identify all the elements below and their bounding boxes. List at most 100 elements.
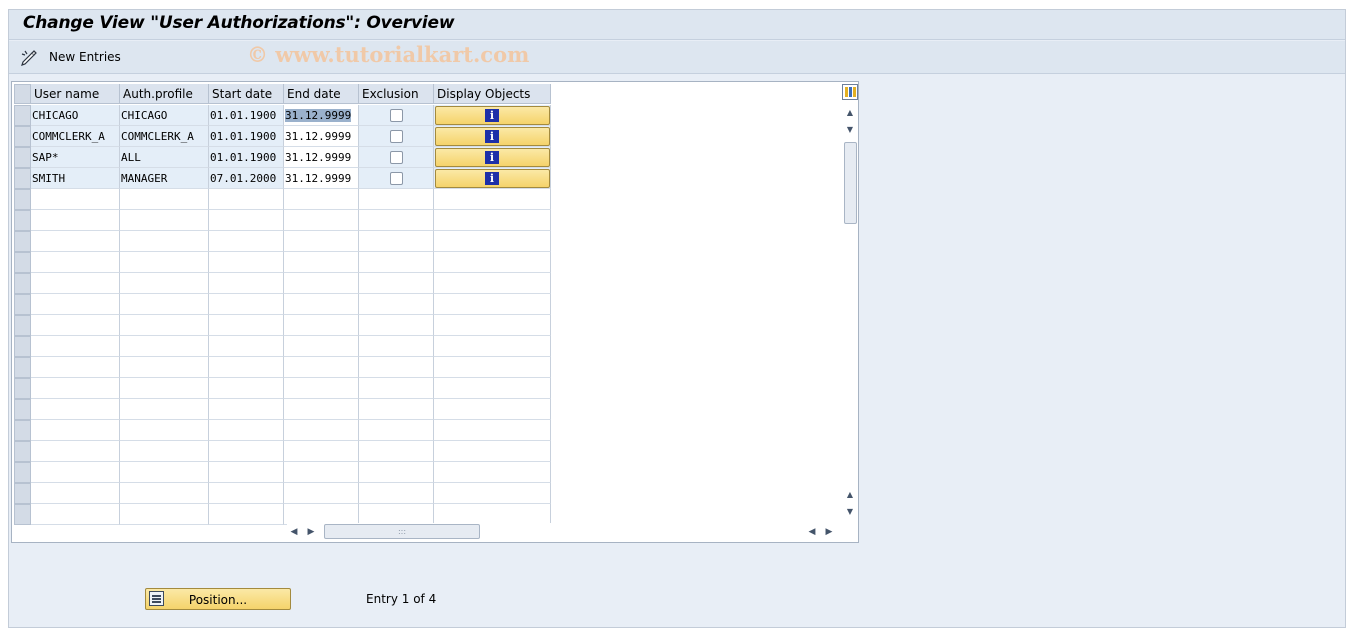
empty-cell[interactable] (359, 315, 434, 336)
row-selector[interactable] (14, 273, 31, 294)
empty-cell[interactable] (120, 357, 209, 378)
column-header-exclusion[interactable]: Exclusion (359, 84, 434, 104)
empty-cell[interactable] (31, 315, 120, 336)
empty-cell[interactable] (284, 210, 359, 231)
empty-cell[interactable] (120, 420, 209, 441)
exclusion-checkbox[interactable] (390, 172, 403, 185)
user-name-cell[interactable]: CHICAGO (31, 105, 120, 126)
column-header-auth-profile[interactable]: Auth.profile (120, 84, 209, 104)
empty-cell[interactable] (209, 294, 284, 315)
start-date-cell[interactable]: 01.01.1900 (209, 105, 284, 126)
empty-cell[interactable] (209, 315, 284, 336)
display-objects-button[interactable]: i (435, 148, 550, 167)
row-selector[interactable] (14, 147, 31, 168)
end-date-cell[interactable]: 31.12.9999 (284, 147, 359, 168)
empty-cell[interactable] (31, 231, 120, 252)
empty-cell[interactable] (209, 231, 284, 252)
empty-cell[interactable] (209, 420, 284, 441)
empty-cell[interactable] (120, 273, 209, 294)
empty-cell[interactable] (209, 252, 284, 273)
position-button[interactable]: Position... (145, 588, 291, 610)
column-header-display-objects[interactable]: Display Objects (434, 84, 551, 104)
row-selector[interactable] (14, 378, 31, 399)
empty-cell[interactable] (434, 420, 551, 441)
empty-cell[interactable] (209, 336, 284, 357)
auth-profile-cell[interactable]: MANAGER (120, 168, 209, 189)
page-up-icon[interactable]: ▼ (845, 125, 855, 135)
empty-cell[interactable] (209, 399, 284, 420)
user-name-cell[interactable]: SMITH (31, 168, 120, 189)
empty-cell[interactable] (434, 273, 551, 294)
row-selector[interactable] (14, 315, 31, 336)
row-selector[interactable] (14, 357, 31, 378)
empty-cell[interactable] (31, 336, 120, 357)
empty-cell[interactable] (209, 273, 284, 294)
empty-cell[interactable] (359, 231, 434, 252)
empty-cell[interactable] (284, 231, 359, 252)
vertical-scrollbar[interactable]: ▲ ▼ ▲ ▼ (842, 102, 858, 522)
auth-profile-cell[interactable]: COMMCLERK_A (120, 126, 209, 147)
empty-cell[interactable] (31, 210, 120, 231)
horizontal-scroll-thumb[interactable]: ::: (324, 524, 480, 539)
new-entries-button[interactable]: New Entries (49, 50, 121, 64)
empty-cell[interactable] (434, 294, 551, 315)
empty-cell[interactable] (359, 483, 434, 504)
scroll-down-icon[interactable]: ▼ (845, 507, 855, 517)
empty-cell[interactable] (209, 483, 284, 504)
empty-cell[interactable] (434, 315, 551, 336)
empty-cell[interactable] (284, 336, 359, 357)
row-selector[interactable] (14, 105, 31, 126)
empty-cell[interactable] (31, 294, 120, 315)
empty-cell[interactable] (31, 273, 120, 294)
empty-cell[interactable] (31, 378, 120, 399)
empty-cell[interactable] (359, 441, 434, 462)
empty-cell[interactable] (284, 420, 359, 441)
empty-cell[interactable] (120, 315, 209, 336)
empty-cell[interactable] (120, 504, 209, 525)
empty-cell[interactable] (434, 483, 551, 504)
empty-cell[interactable] (284, 399, 359, 420)
empty-cell[interactable] (359, 294, 434, 315)
empty-cell[interactable] (120, 210, 209, 231)
horizontal-scrollbar[interactable]: ◀ ▶ ::: ◀ ▶ (287, 523, 842, 541)
page-down-icon[interactable]: ▲ (845, 490, 855, 500)
scroll-right-icon[interactable]: ▶ (824, 526, 834, 538)
empty-cell[interactable] (120, 189, 209, 210)
column-header-end-date[interactable]: End date (284, 84, 359, 104)
row-selector[interactable] (14, 210, 31, 231)
empty-cell[interactable] (359, 210, 434, 231)
empty-cell[interactable] (31, 357, 120, 378)
display-objects-button[interactable]: i (435, 127, 550, 146)
empty-cell[interactable] (209, 378, 284, 399)
empty-cell[interactable] (120, 252, 209, 273)
empty-cell[interactable] (434, 189, 551, 210)
select-all-cell[interactable] (14, 84, 31, 104)
empty-cell[interactable] (359, 357, 434, 378)
empty-cell[interactable] (209, 504, 284, 525)
empty-cell[interactable] (284, 294, 359, 315)
empty-cell[interactable] (434, 399, 551, 420)
empty-cell[interactable] (284, 483, 359, 504)
row-selector[interactable] (14, 462, 31, 483)
display-objects-button[interactable]: i (435, 106, 550, 125)
empty-cell[interactable] (434, 210, 551, 231)
empty-cell[interactable] (284, 504, 359, 525)
row-selector[interactable] (14, 336, 31, 357)
exclusion-checkbox[interactable] (390, 151, 403, 164)
empty-cell[interactable] (359, 378, 434, 399)
empty-cell[interactable] (120, 441, 209, 462)
end-date-cell[interactable]: 31.12.9999 (284, 126, 359, 147)
user-name-cell[interactable]: COMMCLERK_A (31, 126, 120, 147)
empty-cell[interactable] (434, 378, 551, 399)
display-objects-button[interactable]: i (435, 169, 550, 188)
page-right-icon[interactable]: ◀ (807, 526, 817, 538)
table-settings-icon[interactable] (842, 84, 858, 100)
empty-cell[interactable] (31, 504, 120, 525)
new-entries-pencil-icon[interactable] (20, 48, 38, 66)
empty-cell[interactable] (31, 399, 120, 420)
row-selector[interactable] (14, 420, 31, 441)
empty-cell[interactable] (284, 462, 359, 483)
start-date-cell[interactable]: 07.01.2000 (209, 168, 284, 189)
empty-cell[interactable] (359, 399, 434, 420)
empty-cell[interactable] (31, 420, 120, 441)
